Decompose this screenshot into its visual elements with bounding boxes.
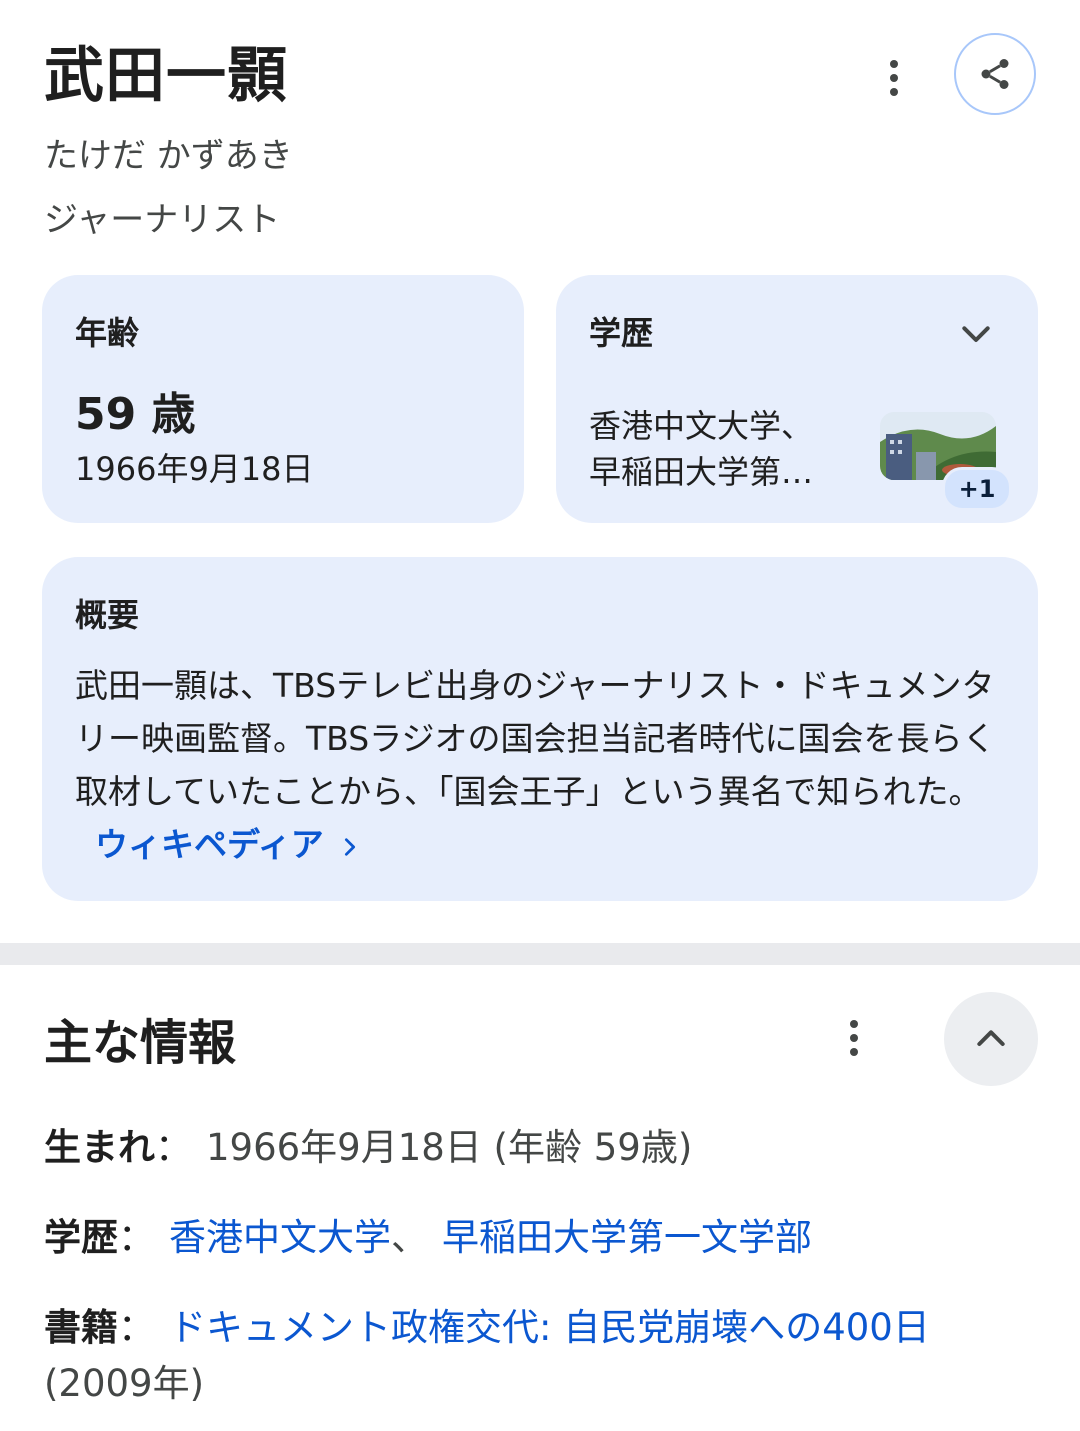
education-card-label: 学歴 (589, 314, 654, 352)
age-card[interactable]: 年齢 59 歳 1966年9月18日 (42, 275, 524, 523)
wikipedia-link-label: ウィキペディア (95, 825, 324, 864)
fact-born-label: 生まれ (44, 1126, 155, 1169)
summary-card: 概要 武田一顥は、TBSテレビ出身のジャーナリスト・ドキュメンタリー映画監督。T… (42, 557, 1038, 901)
chevron-right-icon (345, 838, 356, 856)
fact-born-colon: ： (155, 1126, 192, 1169)
education-separator: 、 (391, 1216, 428, 1259)
entity-occupation: ジャーナリスト (44, 200, 281, 240)
summary-card-label: 概要 (75, 596, 140, 634)
chevron-up-icon (977, 1030, 1005, 1046)
fact-books-label: 書籍 (44, 1306, 118, 1349)
section-divider (0, 943, 1080, 965)
education-card[interactable]: 学歴 香港中文大学、 早稲田大学第… +1 (556, 275, 1038, 523)
summary-body: 武田一顥は、TBSテレビ出身のジャーナリスト・ドキュメンタリー映画監督。TBSラ… (75, 666, 996, 811)
education-link-waseda[interactable]: 早稲田大学第一文学部 (442, 1216, 812, 1259)
share-icon (981, 59, 1009, 89)
fact-education: 学歴： 香港中文大学、 早稲田大学第一文学部 (44, 1210, 812, 1266)
fact-books-colon: ： (118, 1306, 155, 1349)
wikipedia-link[interactable]: ウィキペディア (95, 825, 361, 864)
more-images-badge: +1 (942, 467, 1012, 511)
fact-education-colon: ： (118, 1216, 155, 1259)
chevron-down-icon[interactable] (956, 315, 996, 355)
more-vert-icon (890, 60, 898, 68)
education-line-2: 早稲田大学第… (589, 453, 814, 491)
birth-date: 1966年9月18日 (75, 450, 314, 488)
collapse-button[interactable] (944, 992, 1038, 1086)
age-value: 59 歳 (75, 389, 196, 440)
share-button[interactable] (954, 33, 1036, 115)
education-link-cuhk[interactable]: 香港中文大学 (169, 1216, 391, 1259)
summary-text: 武田一顥は、TBSテレビ出身のジャーナリスト・ドキュメンタリー映画監督。TBSラ… (75, 659, 1005, 871)
fact-education-label: 学歴 (44, 1216, 118, 1259)
fact-born-value: 1966年9月18日 (年齢 59歳) (206, 1126, 693, 1169)
entity-reading: たけだ かずあき (44, 136, 293, 176)
more-options-button[interactable] (874, 48, 914, 108)
fact-books: 書籍： ドキュメント政権交代: 自民党崩壊への400日 (2009年) (44, 1300, 1044, 1412)
education-line-1: 香港中文大学、 (589, 407, 814, 445)
book-link[interactable]: ドキュメント政権交代: 自民党崩壊への400日 (169, 1306, 930, 1349)
key-info-more-button[interactable] (834, 1008, 874, 1068)
age-card-label: 年齢 (75, 314, 140, 352)
fact-born: 生まれ： 1966年9月18日 (年齢 59歳) (44, 1120, 692, 1176)
book-year: (2009年) (44, 1362, 205, 1405)
more-vert-icon (850, 1020, 858, 1028)
entity-title: 武田一顥 (44, 41, 288, 111)
key-info-title: 主な情報 (44, 1015, 237, 1071)
